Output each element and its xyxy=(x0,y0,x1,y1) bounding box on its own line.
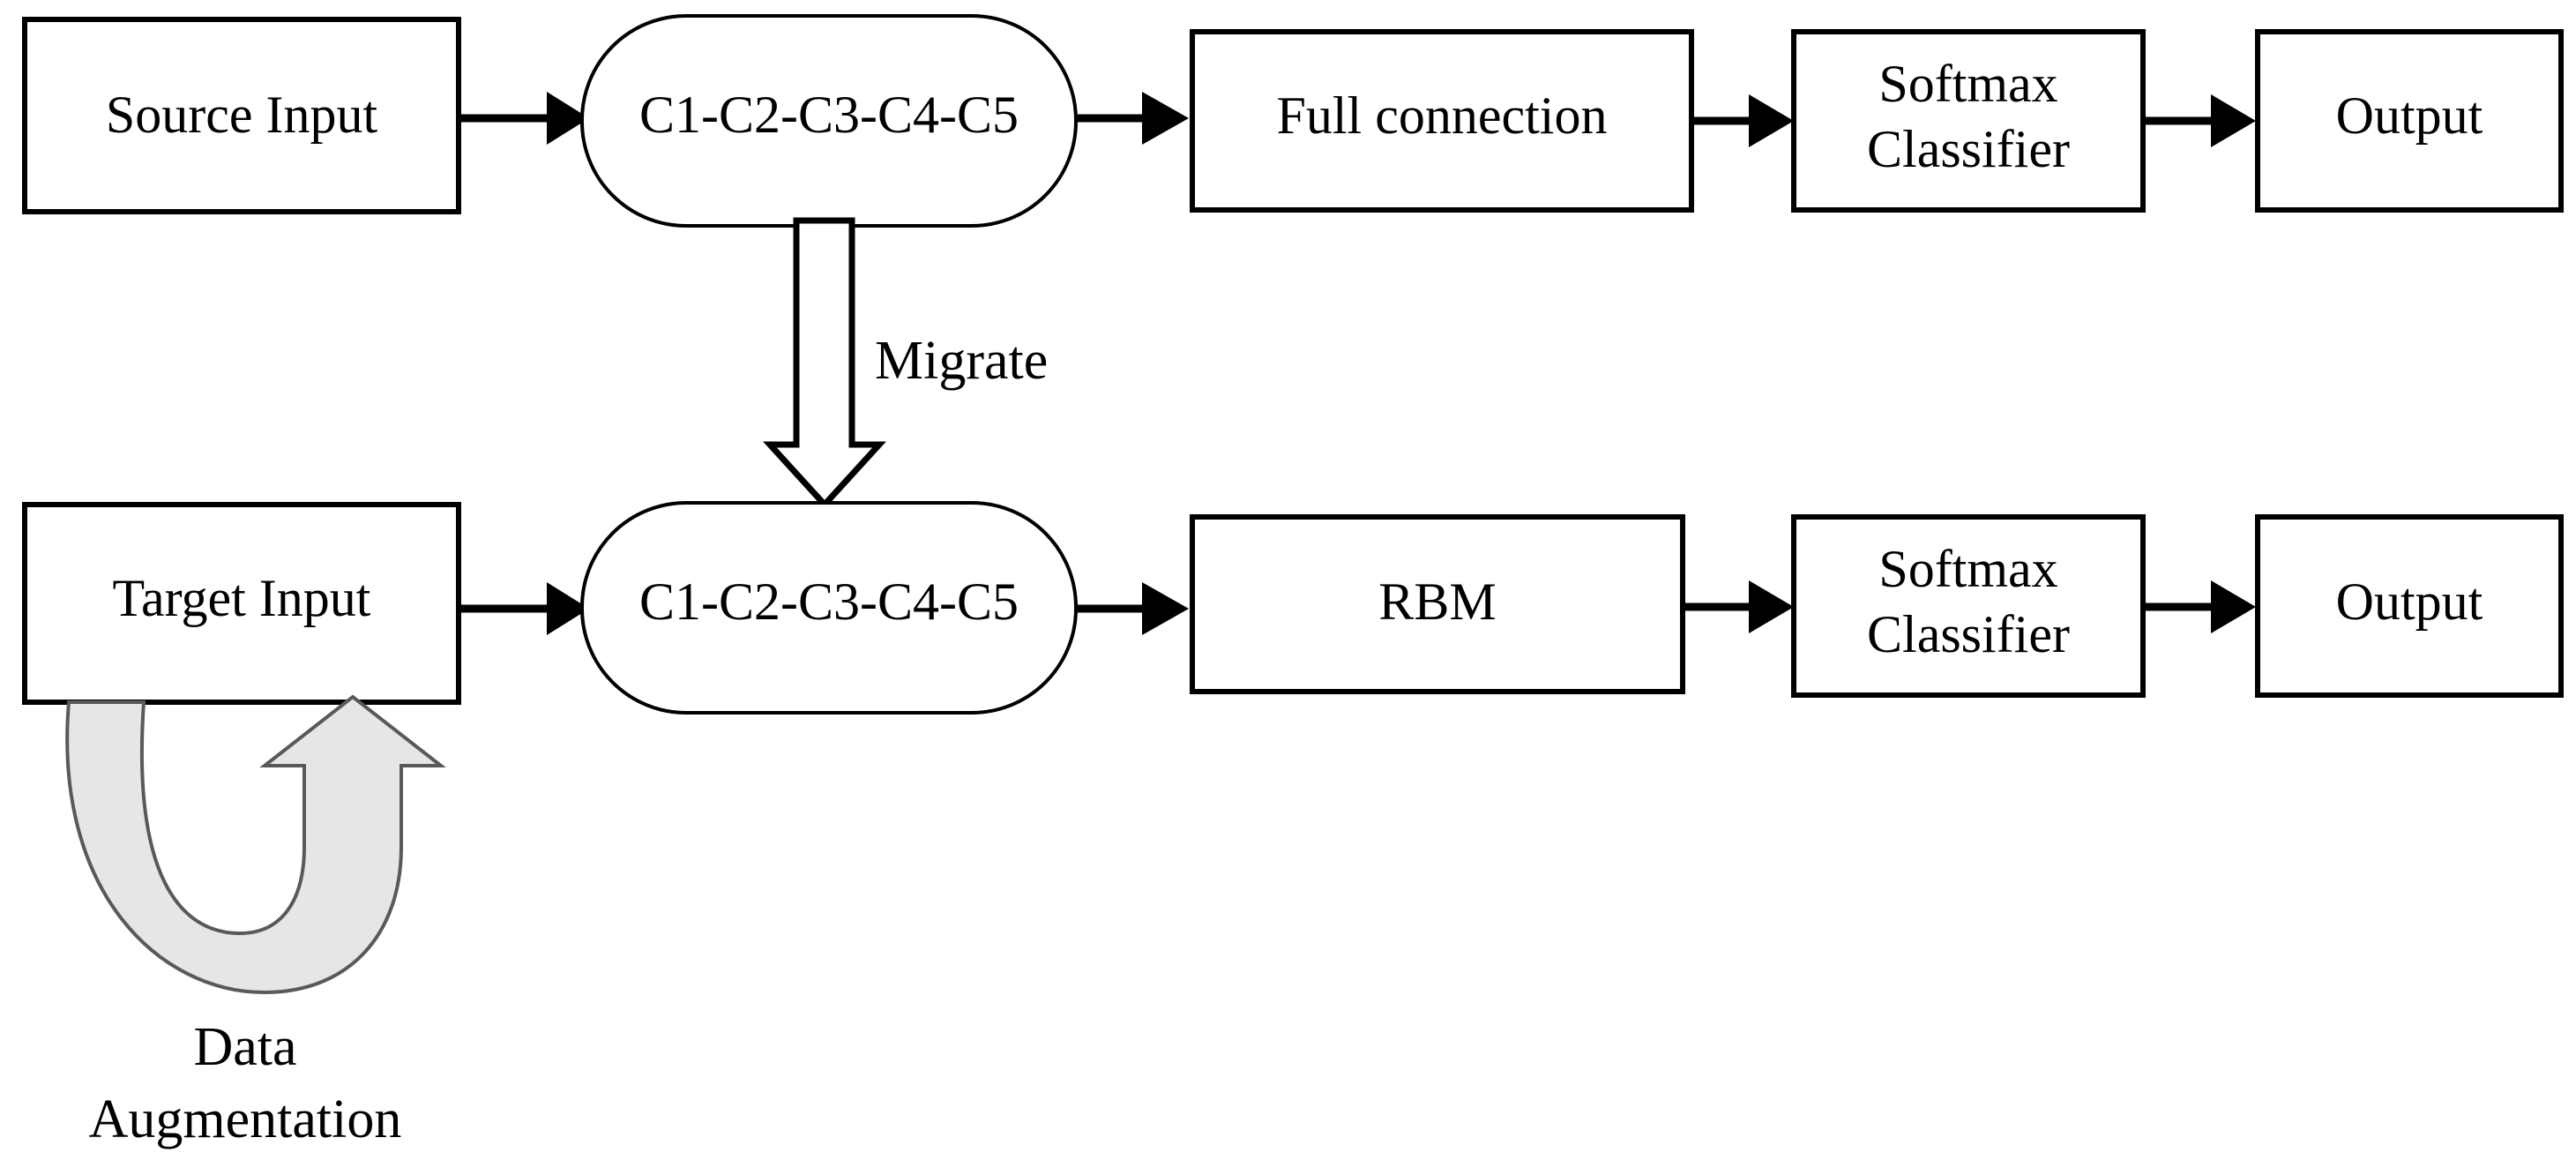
source-conv-stack-label: C1-C2-C3-C4-C5 xyxy=(639,86,1019,144)
arrow-full-connection-to-softmax xyxy=(1693,94,1794,147)
migrate-block-arrow-icon xyxy=(763,217,886,510)
target-softmax-label-line1: Softmax xyxy=(1878,540,2057,598)
arrow-head xyxy=(1749,94,1794,147)
source-output-label: Output xyxy=(2336,86,2483,145)
source-softmax-label-line2: Classifier xyxy=(1867,120,2070,178)
arrow-head xyxy=(1749,580,1794,633)
target-output-label: Output xyxy=(2336,573,2483,631)
migrate-connector: Migrate xyxy=(763,217,1048,510)
arrow-target-softmax-to-output xyxy=(2145,580,2256,633)
node-source-output[interactable]: Output xyxy=(2255,29,2564,213)
arrow-rbm-to-softmax xyxy=(1684,580,1794,633)
node-target-input[interactable]: Target Input xyxy=(22,502,461,705)
node-source-input[interactable]: Source Input xyxy=(22,17,461,214)
node-source-softmax[interactable]: Softmax Classifier xyxy=(1791,29,2146,213)
target-softmax-label-line2: Classifier xyxy=(1867,605,2070,663)
arrow-head xyxy=(1142,92,1189,145)
rbm-label: RBM xyxy=(1378,573,1496,631)
target-conv-stack-label: C1-C2-C3-C4-C5 xyxy=(639,573,1019,631)
arrow-head xyxy=(2211,580,2256,633)
diagram-canvas: Source Input C1-C2-C3-C4-C5 Full connect… xyxy=(0,0,2576,1175)
migrate-label: Migrate xyxy=(875,331,1048,391)
arrow-conv-to-full-connection xyxy=(1078,92,1189,145)
data-augmentation-connector: Data Augmentation xyxy=(65,694,446,1149)
node-target-conv-stack[interactable]: C1-C2-C3-C4-C5 xyxy=(580,501,1078,715)
arrow-target-input-to-conv xyxy=(459,582,589,635)
source-input-label: Source Input xyxy=(106,86,378,144)
node-rbm[interactable]: RBM xyxy=(1190,514,1685,694)
arrow-head xyxy=(2211,94,2256,147)
arrow-conv-to-rbm xyxy=(1078,582,1189,635)
architecture-flow-diagram: Source Input C1-C2-C3-C4-C5 Full connect… xyxy=(22,14,2564,1149)
full-connection-label: Full connection xyxy=(1277,86,1608,145)
node-source-conv-stack[interactable]: C1-C2-C3-C4-C5 xyxy=(580,14,1078,228)
arrow-source-input-to-conv xyxy=(459,92,589,145)
data-augmentation-label-line2: Augmentation xyxy=(89,1089,402,1149)
source-softmax-label-line1: Softmax xyxy=(1878,55,2057,113)
node-target-output[interactable]: Output xyxy=(2255,514,2564,698)
arrow-head xyxy=(1142,582,1189,635)
node-target-softmax[interactable]: Softmax Classifier xyxy=(1791,514,2146,698)
target-input-label: Target Input xyxy=(113,569,371,627)
data-augmentation-loop-arrow-icon xyxy=(65,694,446,995)
data-augmentation-label-line1: Data xyxy=(193,1017,296,1077)
node-full-connection[interactable]: Full connection xyxy=(1190,29,1694,213)
arrow-source-softmax-to-output xyxy=(2145,94,2256,147)
